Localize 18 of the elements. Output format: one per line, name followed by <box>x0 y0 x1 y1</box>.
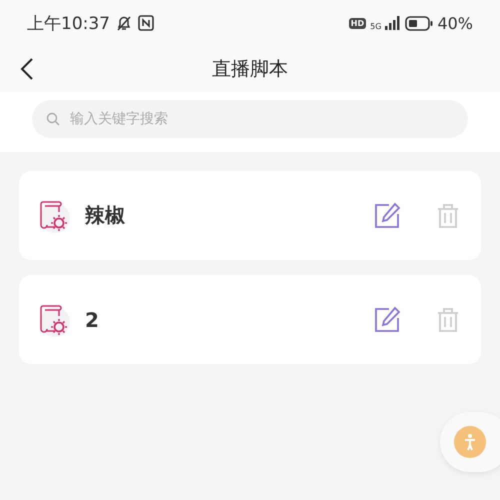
signal-icon <box>385 16 402 30</box>
search-field[interactable]: 输入关键字搜索 <box>32 100 468 138</box>
hd-badge: HD <box>348 18 366 28</box>
status-time: 上午10:37 <box>27 12 110 34</box>
edit-icon[interactable] <box>373 202 401 230</box>
script-name: 2 <box>85 308 100 332</box>
back-icon[interactable] <box>20 57 34 81</box>
script-card[interactable]: 辣椒 <box>19 171 481 260</box>
search-icon <box>46 112 60 126</box>
nfc-icon <box>138 15 154 31</box>
page-title: 直播脚本 <box>212 57 288 82</box>
script-name: 辣椒 <box>85 202 126 229</box>
edit-icon[interactable] <box>373 306 401 334</box>
bell-off-icon <box>116 14 132 32</box>
network-label: 5G <box>370 22 382 30</box>
script-card[interactable]: 2 <box>19 275 481 364</box>
battery-level: 40% <box>437 14 473 32</box>
battery-icon <box>405 16 434 30</box>
